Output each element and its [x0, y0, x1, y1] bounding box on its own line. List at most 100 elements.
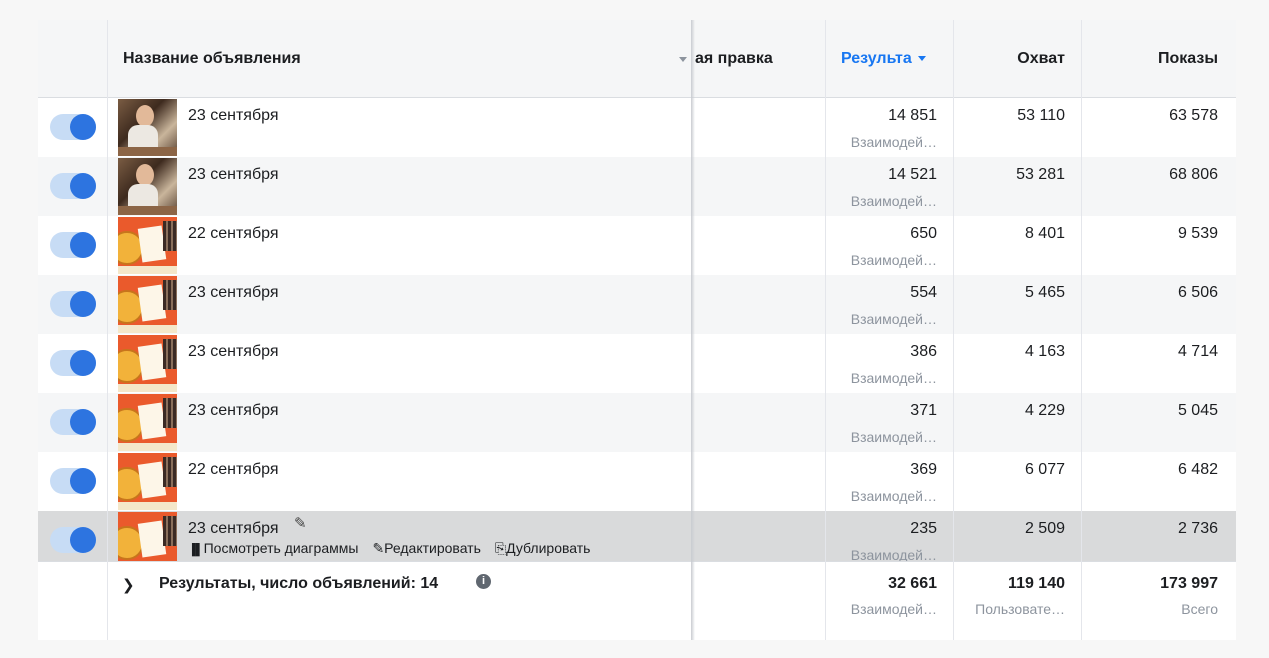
impressions-value: 68 806	[1169, 166, 1218, 183]
ad-name[interactable]: 23 сентября	[188, 166, 279, 184]
ad-name[interactable]: 23 сентября	[188, 284, 279, 302]
reach-value: 5 465	[1024, 284, 1065, 301]
ad-status-toggle[interactable]	[50, 527, 96, 553]
edit-button[interactable]: ✎Редактировать	[372, 540, 480, 556]
ad-status-toggle[interactable]	[50, 173, 96, 199]
results-value: 386	[910, 343, 937, 360]
thumb-waffle	[163, 516, 177, 546]
thumb-waffle	[163, 221, 177, 251]
ad-thumbnail[interactable]	[118, 99, 177, 156]
ad-status-toggle[interactable]	[50, 350, 96, 376]
ad-thumbnail[interactable]	[118, 453, 177, 510]
edit-pencil-icon[interactable]: ✎	[294, 514, 307, 532]
ad-name[interactable]: 22 сентября	[188, 461, 279, 479]
results-value: 554	[910, 284, 937, 301]
view-charts-button[interactable]: ▐▌Посмотреть диаграммы	[188, 540, 358, 556]
ad-thumbnail[interactable]	[118, 335, 177, 392]
ad-status-toggle[interactable]	[50, 114, 96, 140]
results-value: 235	[910, 520, 937, 537]
column-header-reach[interactable]: Охват	[1017, 20, 1065, 97]
thumb-table	[118, 206, 177, 215]
ad-thumbnail[interactable]	[118, 394, 177, 451]
thumb-band	[118, 325, 177, 333]
edit-label: Редактировать	[384, 540, 481, 556]
table-row[interactable]: 22 сентября 369 Взаимодей… 6 077 6 482	[38, 452, 1236, 511]
toggle-knob	[70, 173, 96, 199]
results-type: Взаимодей…	[850, 134, 937, 150]
column-header-impressions[interactable]: Показы	[1158, 20, 1218, 97]
footer-reach: 119 140	[1008, 575, 1065, 592]
column-header-partial[interactable]: ая правка	[695, 20, 773, 97]
footer-impressions: 173 997	[1160, 575, 1218, 592]
footer-summary-label: Результаты, число объявлений: 14	[159, 575, 439, 592]
results-type: Взаимодей…	[850, 488, 937, 504]
expand-chevron-icon[interactable]: ❯	[122, 576, 135, 594]
duplicate-button[interactable]: ⎘Дублировать	[495, 540, 591, 556]
toggle-knob	[70, 232, 96, 258]
ad-status-toggle[interactable]	[50, 468, 96, 494]
reach-value: 53 110	[1017, 107, 1065, 124]
column-header-reach-label: Охват	[1017, 50, 1065, 67]
ad-name[interactable]: 23 сентября	[188, 402, 279, 420]
ad-name[interactable]: 23 сентября	[188, 343, 279, 361]
table-row[interactable]: 23 сентября 386 Взаимодей… 4 163 4 714	[38, 334, 1236, 393]
table-row[interactable]: 22 сентября 650 Взаимодей… 8 401 9 539	[38, 216, 1236, 275]
column-header-results[interactable]: Результа	[841, 20, 926, 97]
thumb-card	[137, 461, 167, 499]
info-icon[interactable]: i	[476, 574, 491, 589]
ad-status-toggle[interactable]	[50, 291, 96, 317]
bar-chart-icon: ▐▌	[188, 544, 204, 556]
impressions-value: 9 539	[1177, 225, 1218, 242]
impressions-value: 6 506	[1177, 284, 1218, 301]
toggle-knob	[70, 114, 96, 140]
column-divider	[107, 20, 108, 640]
ad-status-toggle[interactable]	[50, 232, 96, 258]
results-type: Взаимодей…	[850, 429, 937, 445]
ad-thumbnail[interactable]	[118, 158, 177, 215]
results-type: Взаимодей…	[850, 252, 937, 268]
reach-value: 6 077	[1024, 461, 1065, 478]
pencil-icon: ✎	[372, 540, 385, 556]
toggle-knob	[70, 409, 96, 435]
footer-reach-sub: Пользовате…	[975, 601, 1065, 617]
table-row[interactable]: 23 сентября 14 851 Взаимодей… 53 110 63 578	[38, 98, 1236, 157]
reach-value: 8 401	[1024, 225, 1065, 242]
thumb-waffle	[163, 339, 177, 369]
thumb-face	[136, 164, 154, 186]
table-header: Название объявления ая правка Результа О…	[38, 20, 1236, 98]
ad-status-toggle[interactable]	[50, 409, 96, 435]
table-footer: ❯ Результаты, число объявлений: 14 i 32 …	[38, 561, 1236, 640]
results-value: 14 851	[888, 107, 937, 124]
results-type: Взаимодей…	[850, 193, 937, 209]
column-header-impressions-label: Показы	[1158, 50, 1218, 67]
column-header-ad-name[interactable]: Название объявления	[123, 20, 301, 97]
thumb-card	[137, 343, 167, 381]
sort-desc-icon	[917, 56, 926, 62]
results-value: 14 521	[888, 166, 937, 183]
ad-name[interactable]: 23 сентября	[188, 520, 279, 538]
column-header-ad-name-label: Название объявления	[123, 50, 301, 67]
thumb-card	[137, 520, 167, 558]
ad-thumbnail[interactable]	[118, 217, 177, 274]
thumb-face	[136, 105, 154, 127]
thumb-band	[118, 443, 177, 451]
table-row[interactable]: 23 сентября 371 Взаимодей… 4 229 5 045	[38, 393, 1236, 452]
hover-actions: ▐▌Посмотреть диаграммы ✎Редактировать ⎘Дуб…	[188, 540, 604, 557]
ad-name[interactable]: 23 сентября	[188, 107, 279, 125]
footer-impressions-sub: Всего	[1181, 601, 1218, 617]
thumb-card	[137, 402, 167, 440]
ad-thumbnail[interactable]	[118, 276, 177, 333]
toggle-knob	[70, 291, 96, 317]
thumb-waffle	[163, 280, 177, 310]
impressions-value: 5 045	[1177, 402, 1218, 419]
column-divider	[1081, 20, 1082, 640]
results-value: 371	[910, 402, 937, 419]
ad-name[interactable]: 22 сентября	[188, 225, 279, 243]
table-row[interactable]: 23 сентября 14 521 Взаимодей… 53 281 68 806	[38, 157, 1236, 216]
table-row[interactable]: 23 сентября 554 Взаимодей… 5 465 6 506	[38, 275, 1236, 334]
column-menu-caret-icon[interactable]	[679, 57, 687, 62]
reach-value: 2 509	[1024, 520, 1065, 537]
thumb-card	[137, 284, 167, 322]
thumb-table	[118, 147, 177, 156]
column-divider	[953, 20, 954, 640]
